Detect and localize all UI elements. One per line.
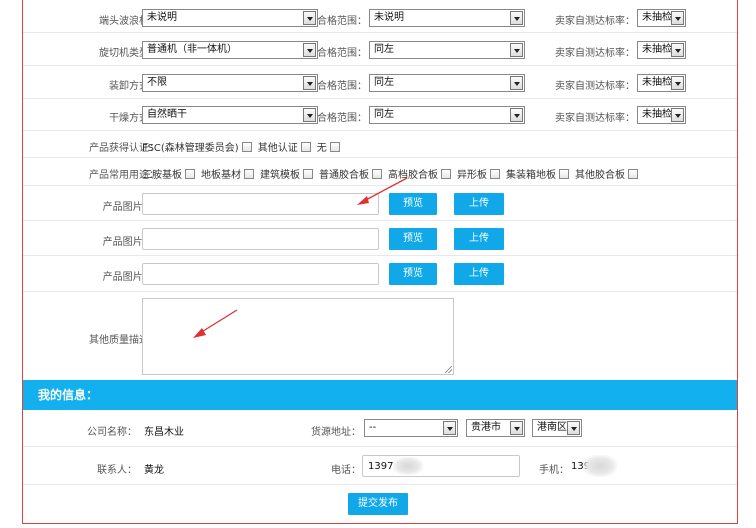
annotation-arrows — [193, 177, 408, 338]
annotation-arrow-1 — [357, 177, 408, 205]
annotation-arrow-2 — [193, 309, 238, 338]
